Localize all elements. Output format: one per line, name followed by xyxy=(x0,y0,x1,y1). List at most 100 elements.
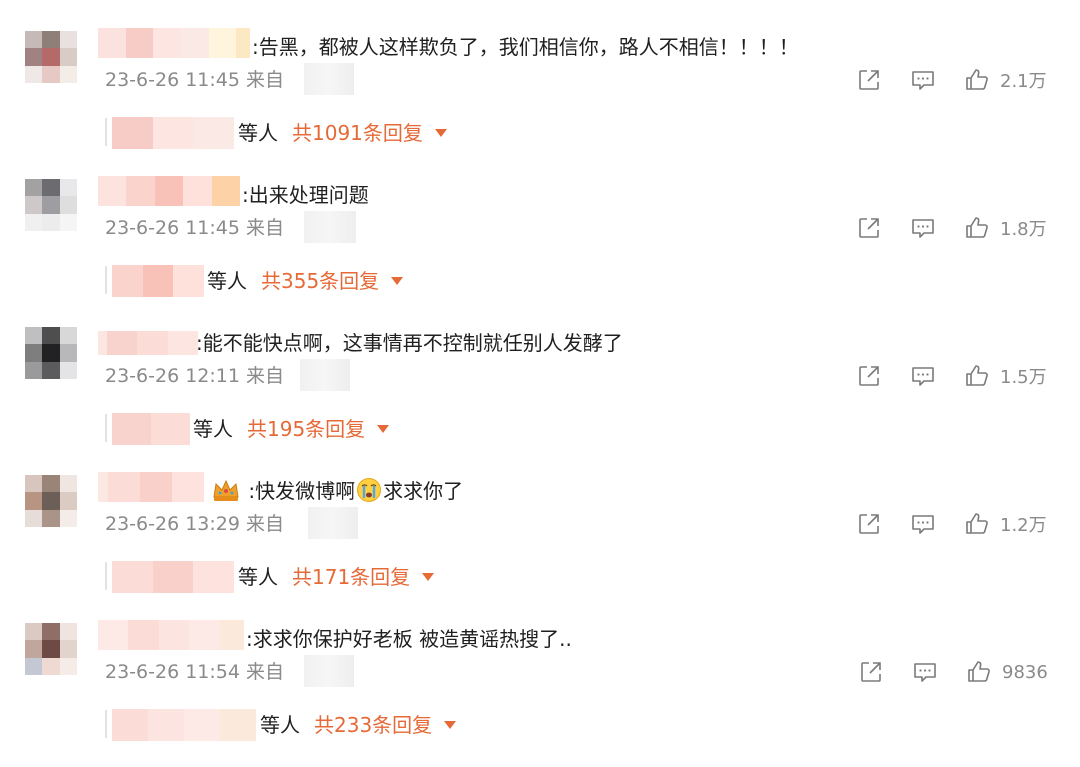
avatar[interactable] xyxy=(25,475,77,527)
avatar[interactable] xyxy=(25,623,77,675)
comment-source-label: 来自 xyxy=(246,69,285,91)
comment-actions: 1.8万 xyxy=(856,215,1047,241)
comment-text: :能不能快点啊，这事情再不控制就任别人发酵了 xyxy=(196,331,623,355)
comment-text-part: 求求你了 xyxy=(383,479,464,503)
reply-usernames[interactable] xyxy=(112,709,256,741)
reply-count[interactable]: 共171条回复 xyxy=(292,565,410,589)
comment-button[interactable] xyxy=(910,511,936,537)
chevron-down-icon[interactable] xyxy=(434,129,447,137)
comment-icon xyxy=(912,367,934,386)
reply-divider xyxy=(105,710,107,738)
comment-meta: 23-6-26 13:29 来自 xyxy=(105,511,284,537)
like-count: 1.8万 xyxy=(1000,219,1047,240)
comment-button[interactable] xyxy=(910,67,936,93)
comment-meta: 23-6-26 11:45 来自 xyxy=(105,215,284,241)
chevron-down-icon[interactable] xyxy=(391,277,404,285)
reply-summary[interactable]: 等人 共233条回复 xyxy=(0,709,600,741)
comment-text: :快发微博啊 求求你了 xyxy=(210,477,463,505)
username[interactable] xyxy=(98,28,251,58)
share-button[interactable] xyxy=(856,215,882,241)
comment-button[interactable] xyxy=(910,363,936,389)
reply-link[interactable]: 等人 共171条回复 xyxy=(238,563,435,591)
share-button[interactable] xyxy=(856,67,882,93)
like-button[interactable]: 1.8万 xyxy=(964,215,1047,241)
share-icon xyxy=(861,662,881,682)
like-button[interactable]: 1.2万 xyxy=(964,511,1047,537)
avatar[interactable] xyxy=(25,179,77,231)
chevron-down-icon[interactable] xyxy=(377,425,390,433)
reply-usernames[interactable] xyxy=(112,265,205,297)
comment-source-blur xyxy=(308,507,358,539)
comment-item: :出来处理问题 23-6-26 11:45 来自 1.8万 等人 共355条回复 xyxy=(0,161,1080,309)
reply-divider xyxy=(105,414,107,442)
share-icon xyxy=(859,218,879,238)
avatar[interactable] xyxy=(25,327,77,379)
reply-who: 等人 xyxy=(193,417,233,441)
like-count: 2.1万 xyxy=(1000,71,1047,92)
comment-source-label: 来自 xyxy=(246,513,285,535)
like-icon xyxy=(966,217,988,238)
comment-text: :求求你保护好老板 被造黄谣热搜了.. xyxy=(246,627,572,651)
reply-divider xyxy=(105,266,107,294)
reply-summary[interactable]: 等人 共195条回复 xyxy=(0,413,600,445)
like-icon xyxy=(966,365,988,386)
chevron-down-icon[interactable] xyxy=(422,573,435,581)
reply-count[interactable]: 共1091条回复 xyxy=(292,121,423,145)
like-count: 9836 xyxy=(1002,661,1048,683)
share-button[interactable] xyxy=(856,511,882,537)
reply-who: 等人 xyxy=(207,269,247,293)
reply-usernames[interactable] xyxy=(112,561,235,593)
like-button[interactable]: 2.1万 xyxy=(964,67,1047,93)
username[interactable] xyxy=(98,620,245,650)
avatar[interactable] xyxy=(25,31,77,83)
share-icon xyxy=(859,514,879,534)
reply-who: 等人 xyxy=(238,565,278,589)
reply-count[interactable]: 共195条回复 xyxy=(247,417,365,441)
comment-item: :求求你保护好老板 被造黄谣热搜了.. 23-6-26 11:54 来自 983… xyxy=(0,605,1080,753)
reply-summary[interactable]: 等人 共171条回复 xyxy=(0,561,600,593)
comment-item: :告黑，都被人这样欺负了，我们相信你，路人不相信！！！！ 23-6-26 11:… xyxy=(0,13,1080,161)
comment-time: 23-6-26 13:29 xyxy=(105,513,240,535)
like-button[interactable]: 9836 xyxy=(966,659,1048,685)
comment-text: :出来处理问题 xyxy=(242,183,369,207)
reply-count[interactable]: 共233条回复 xyxy=(314,713,432,737)
reply-divider xyxy=(105,562,107,590)
reply-link[interactable]: 等人 共1091条回复 xyxy=(238,119,447,147)
chevron-down-icon[interactable] xyxy=(444,721,457,729)
share-button[interactable] xyxy=(856,363,882,389)
comment-time: 23-6-26 11:54 xyxy=(105,661,240,683)
comment-source-blur xyxy=(300,359,350,391)
username[interactable] xyxy=(98,472,205,502)
share-icon xyxy=(859,70,879,90)
reply-link[interactable]: 等人 共195条回复 xyxy=(193,415,390,443)
reply-divider xyxy=(105,118,107,146)
like-count: 1.2万 xyxy=(1000,515,1047,536)
reply-summary[interactable]: 等人 共355条回复 xyxy=(0,265,600,297)
like-icon xyxy=(966,69,988,90)
comment-source-blur xyxy=(304,655,354,687)
reply-usernames[interactable] xyxy=(112,117,235,149)
reply-link[interactable]: 等人 共233条回复 xyxy=(260,711,457,739)
comment-text-part: :快发微博啊 xyxy=(248,479,356,503)
comment-time: 23-6-26 11:45 xyxy=(105,69,240,91)
reply-usernames[interactable] xyxy=(112,413,190,445)
like-button[interactable]: 1.5万 xyxy=(964,363,1047,389)
reply-who: 等人 xyxy=(260,713,300,737)
comment-button[interactable] xyxy=(910,215,936,241)
reply-summary[interactable]: 等人 共1091条回复 xyxy=(0,117,600,149)
comment-icon xyxy=(914,663,936,682)
share-button[interactable] xyxy=(858,659,884,685)
username[interactable] xyxy=(98,176,241,206)
reply-link[interactable]: 等人 共355条回复 xyxy=(207,267,404,295)
comment-actions: 2.1万 xyxy=(856,67,1047,93)
comment-actions: 1.5万 xyxy=(856,363,1047,389)
comment-item: :能不能快点啊，这事情再不控制就任别人发酵了 23-6-26 12:11 来自 … xyxy=(0,309,1080,457)
comment-actions: 1.2万 xyxy=(856,511,1047,537)
comment-source-label: 来自 xyxy=(246,661,285,683)
comment-button[interactable] xyxy=(912,659,938,685)
comment-icon xyxy=(912,515,934,534)
comment-item: :快发微博啊 求求你了 23-6-26 13:29 来自 1.2万 等人 共17… xyxy=(0,457,1080,605)
username[interactable] xyxy=(98,331,198,355)
crying-face-icon xyxy=(357,478,382,502)
reply-count[interactable]: 共355条回复 xyxy=(261,269,379,293)
